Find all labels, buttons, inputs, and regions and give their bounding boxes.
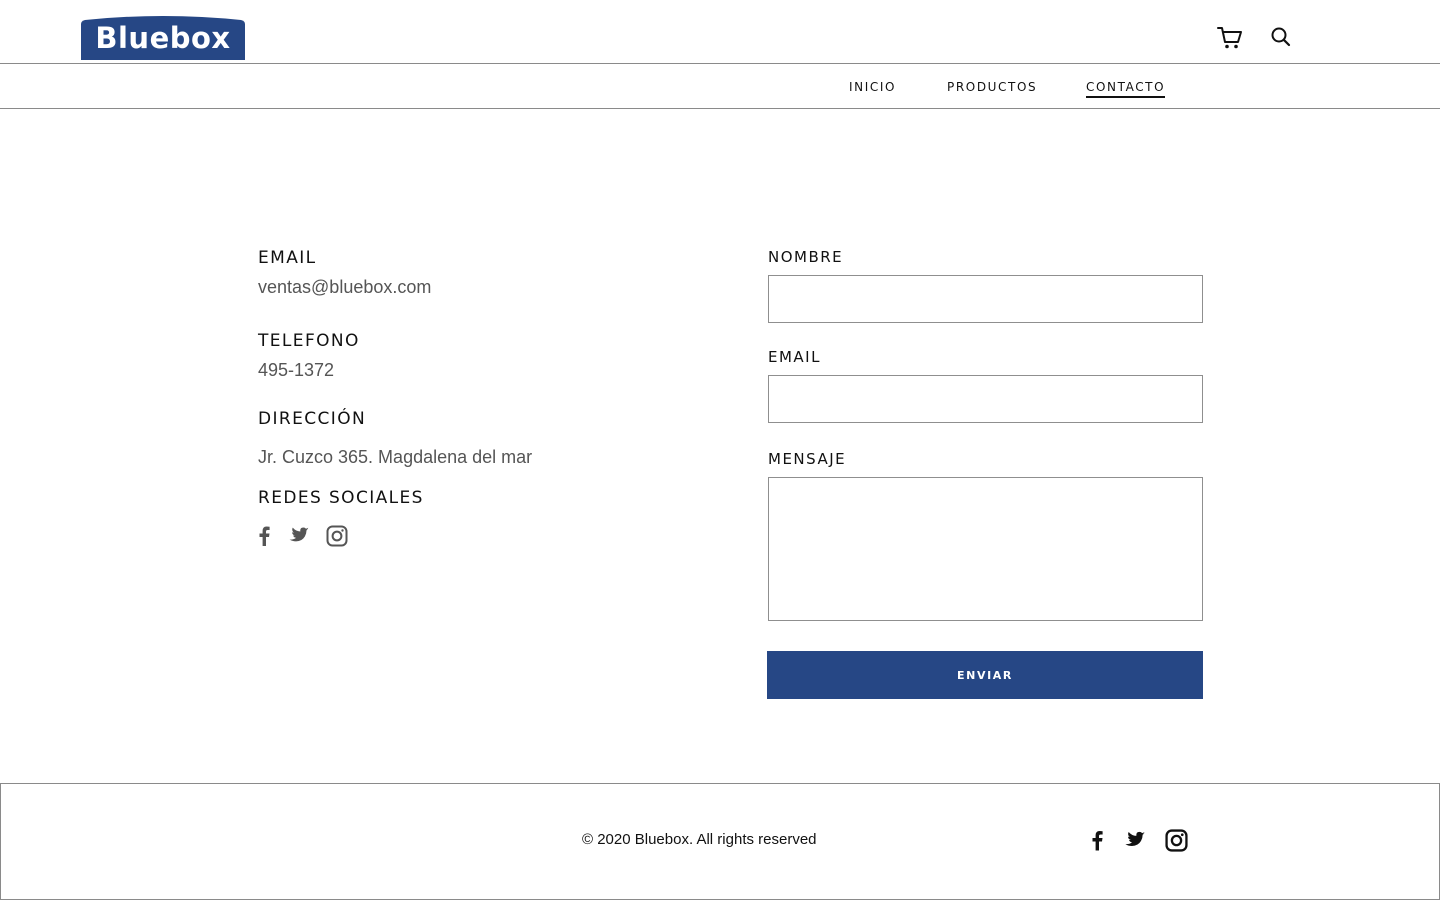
twitter-icon[interactable]	[287, 527, 309, 550]
instagram-icon[interactable]	[326, 525, 348, 552]
instagram-icon[interactable]	[1165, 829, 1188, 857]
message-label: MENSAJE	[768, 450, 847, 468]
social-title: REDES SOCIALES	[258, 488, 424, 508]
bluebox-logo[interactable]: Bluebox	[81, 15, 245, 60]
logo-wordmark: Bluebox	[95, 21, 231, 55]
message-textarea[interactable]	[768, 477, 1203, 621]
facebook-icon[interactable]	[1091, 830, 1103, 856]
cart-icon[interactable]	[1217, 26, 1243, 50]
phone-value: 495-1372	[258, 360, 335, 380]
email-input[interactable]	[768, 375, 1203, 423]
social-links	[258, 525, 365, 552]
twitter-icon[interactable]	[1123, 831, 1145, 855]
address-value: Jr. Cuzco 365. Magdalena del mar	[258, 447, 533, 467]
facebook-icon[interactable]	[258, 526, 270, 551]
nav-item-productos[interactable]: PRODUCTOS	[947, 80, 1037, 94]
site-header: Bluebox	[0, 0, 1440, 64]
main-nav: INICIO PRODUCTOS CONTACTO	[0, 64, 1440, 109]
email-value: ventas@bluebox.com	[258, 277, 432, 297]
email-label: EMAIL	[768, 348, 821, 366]
footer-social-links	[1091, 829, 1208, 857]
name-input[interactable]	[768, 275, 1203, 323]
phone-title: TELEFONO	[258, 331, 360, 351]
name-label: NOMBRE	[768, 248, 844, 266]
submit-button[interactable]: ENVIAR	[767, 651, 1203, 699]
nav-item-inicio[interactable]: INICIO	[849, 80, 896, 94]
site-footer: © 2020 Bluebox. All rights reserved	[0, 783, 1440, 900]
address-title: DIRECCIÓN	[258, 409, 367, 429]
copyright-text: © 2020 Bluebox. All rights reserved	[582, 831, 817, 848]
email-title: EMAIL	[258, 248, 317, 268]
nav-item-contacto[interactable]: CONTACTO	[1086, 80, 1166, 98]
search-icon[interactable]	[1269, 26, 1293, 50]
